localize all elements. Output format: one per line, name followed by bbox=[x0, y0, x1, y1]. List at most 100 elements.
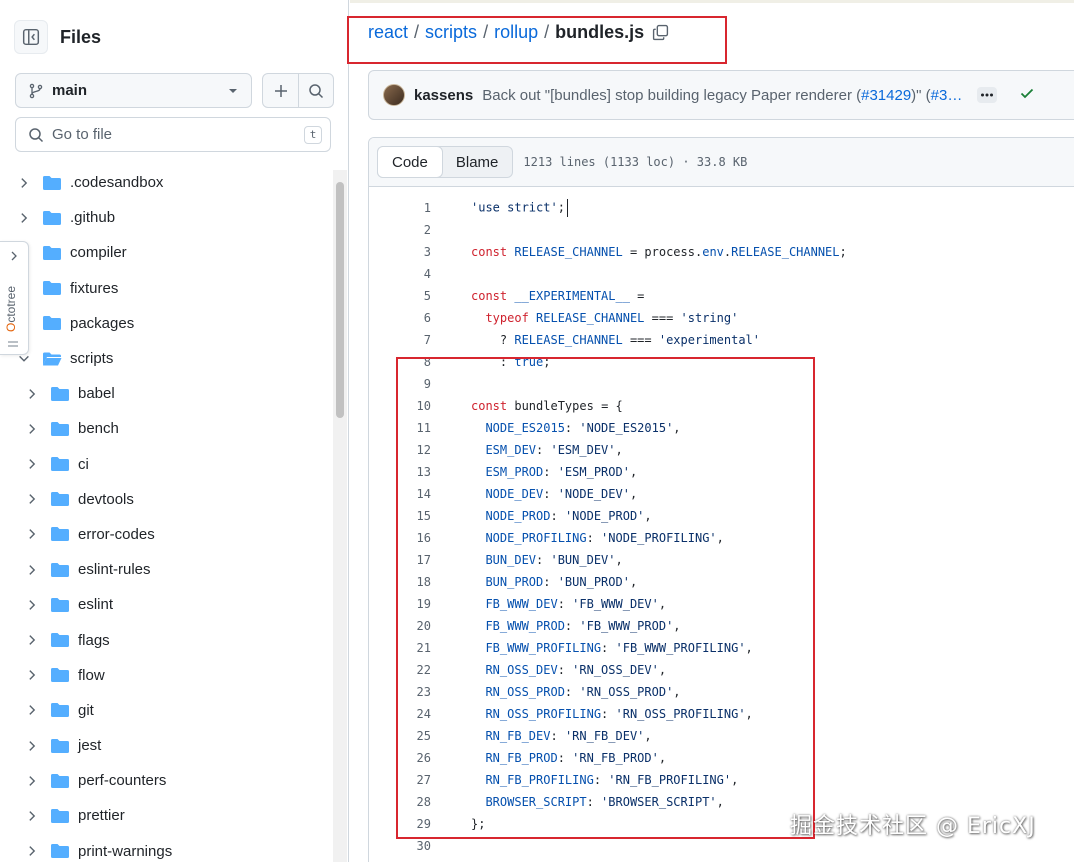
folder-icon bbox=[50, 737, 70, 754]
folder-icon bbox=[42, 244, 62, 261]
folder-icon bbox=[50, 667, 70, 684]
code-token: RELEASE_CHANNEL bbox=[731, 245, 840, 259]
sidebar-scrollbar[interactable] bbox=[333, 170, 347, 862]
folder-icon bbox=[50, 561, 70, 578]
folder-icon bbox=[42, 174, 62, 191]
tree-item[interactable]: print-warnings bbox=[0, 834, 333, 862]
chevron-right-icon[interactable] bbox=[24, 386, 40, 402]
chevron-right-icon[interactable] bbox=[24, 526, 40, 542]
latest-commit-bar: kassens Back out "[bundles] stop buildin… bbox=[368, 70, 1074, 120]
tree-item[interactable]: perf-counters bbox=[0, 763, 333, 798]
collapse-sidebar-button[interactable] bbox=[14, 20, 48, 54]
tree-item[interactable]: eslint bbox=[0, 587, 333, 622]
tree-item[interactable]: flow bbox=[0, 658, 333, 693]
chevron-right-icon[interactable] bbox=[24, 597, 40, 613]
tree-item[interactable]: .codesandbox bbox=[0, 165, 333, 200]
view-mode-toggle: Code Blame bbox=[377, 146, 514, 178]
folder-icon bbox=[42, 315, 62, 332]
search-code-button[interactable] bbox=[298, 74, 333, 107]
tab-code[interactable]: Code bbox=[377, 146, 443, 178]
line-number[interactable]: 5 bbox=[369, 289, 431, 303]
tree-item[interactable]: devtools bbox=[0, 482, 333, 517]
tree-item-label: flags bbox=[78, 631, 110, 649]
go-to-file-input[interactable]: Go to file t bbox=[15, 117, 331, 152]
chevron-right-icon[interactable] bbox=[24, 667, 40, 683]
branch-name: main bbox=[52, 82, 88, 99]
commit-message[interactable]: Back out "[bundles] stop building legacy… bbox=[482, 87, 972, 104]
chevron-right-icon bbox=[11, 251, 17, 261]
commit-status-button[interactable] bbox=[1019, 85, 1035, 105]
chevron-right-icon[interactable] bbox=[24, 562, 40, 578]
folder-icon bbox=[50, 772, 70, 789]
chevron-right-icon[interactable] bbox=[24, 702, 40, 718]
line-number[interactable]: 1 bbox=[369, 201, 431, 215]
code-line[interactable]: 6 typeof RELEASE_CHANNEL === 'string' bbox=[369, 307, 1074, 329]
branch-selector[interactable]: main bbox=[15, 73, 252, 108]
tree-item[interactable]: eslint-rules bbox=[0, 552, 333, 587]
code-token: const bbox=[471, 245, 515, 259]
chevron-right-icon[interactable] bbox=[24, 738, 40, 754]
code-line[interactable]: 5 const __EXPERIMENTAL__ = bbox=[369, 285, 1074, 307]
chevron-right-icon[interactable] bbox=[24, 421, 40, 437]
tab-blame[interactable]: Blame bbox=[442, 147, 513, 177]
tree-actions bbox=[262, 73, 334, 108]
tree-item-label: fixtures bbox=[70, 279, 119, 297]
check-icon bbox=[1020, 88, 1034, 99]
line-number[interactable]: 4 bbox=[369, 267, 431, 281]
commit-pr-link[interactable]: #31429 bbox=[861, 87, 911, 104]
search-icon bbox=[29, 127, 44, 142]
tree-item[interactable]: scripts bbox=[0, 341, 333, 376]
chevron-right-icon[interactable] bbox=[24, 456, 40, 472]
tree-item-label: scripts bbox=[70, 350, 114, 368]
folder-icon bbox=[50, 456, 70, 473]
tree-item[interactable]: flags bbox=[0, 622, 333, 657]
folder-icon bbox=[50, 385, 70, 402]
code-token: RELEASE_CHANNEL bbox=[536, 311, 645, 325]
scrollbar-thumb[interactable] bbox=[336, 182, 344, 418]
chevron-right-icon[interactable] bbox=[16, 175, 32, 191]
tree-item[interactable]: fixtures bbox=[0, 271, 333, 306]
line-number[interactable]: 2 bbox=[369, 223, 431, 237]
tree-item[interactable]: babel bbox=[0, 376, 333, 411]
code-line[interactable]: 1 'use strict'; bbox=[369, 197, 1074, 219]
tree-item[interactable]: compiler bbox=[0, 235, 333, 270]
tree-item[interactable]: bench bbox=[0, 411, 333, 446]
code-token: === bbox=[644, 311, 681, 325]
code-token: 'use strict' bbox=[471, 200, 558, 215]
chevron-right-icon[interactable] bbox=[24, 632, 40, 648]
sidebar-header: Files bbox=[14, 20, 101, 54]
tree-item[interactable]: jest bbox=[0, 728, 333, 763]
tree-item[interactable]: packages bbox=[0, 306, 333, 341]
tree-item[interactable]: prettier bbox=[0, 798, 333, 833]
add-file-button[interactable] bbox=[263, 74, 298, 107]
line-number[interactable]: 30 bbox=[369, 839, 431, 853]
tree-item[interactable]: .github bbox=[0, 200, 333, 235]
branch-row: main bbox=[15, 73, 334, 108]
chevron-right-icon[interactable] bbox=[16, 210, 32, 226]
chevron-right-icon[interactable] bbox=[24, 491, 40, 507]
line-number[interactable]: 7 bbox=[369, 333, 431, 347]
tree-item-label: git bbox=[78, 701, 94, 719]
commit-author[interactable]: kassens bbox=[414, 87, 473, 104]
code-line[interactable]: 4 bbox=[369, 263, 1074, 285]
code-line[interactable]: 3 const RELEASE_CHANNEL = process.env.REL… bbox=[369, 241, 1074, 263]
tree-item[interactable]: ci bbox=[0, 447, 333, 482]
line-content: const RELEASE_CHANNEL = process.env.RELE… bbox=[471, 245, 847, 259]
expand-commit-button[interactable] bbox=[977, 87, 997, 103]
keyboard-shortcut-hint: t bbox=[304, 125, 322, 144]
commit-trailing-link[interactable]: #3… bbox=[931, 87, 963, 104]
avatar[interactable] bbox=[383, 84, 405, 106]
tree-item[interactable]: error-codes bbox=[0, 517, 333, 552]
code-line[interactable]: 2 bbox=[369, 219, 1074, 241]
octotree-toggle[interactable]: Octotree bbox=[0, 241, 29, 355]
line-number[interactable]: 6 bbox=[369, 311, 431, 325]
tree-item-label: devtools bbox=[78, 490, 134, 508]
folder-icon bbox=[50, 807, 70, 824]
chevron-right-icon[interactable] bbox=[24, 808, 40, 824]
chevron-right-icon[interactable] bbox=[24, 843, 40, 859]
code-line[interactable]: 7 ? RELEASE_CHANNEL === 'experimental' bbox=[369, 329, 1074, 351]
line-number[interactable]: 3 bbox=[369, 245, 431, 259]
tree-item[interactable]: git bbox=[0, 693, 333, 728]
code-viewer-header: Code Blame 1213 lines (1133 loc) · 33.8 … bbox=[369, 138, 1074, 187]
chevron-right-icon[interactable] bbox=[24, 773, 40, 789]
